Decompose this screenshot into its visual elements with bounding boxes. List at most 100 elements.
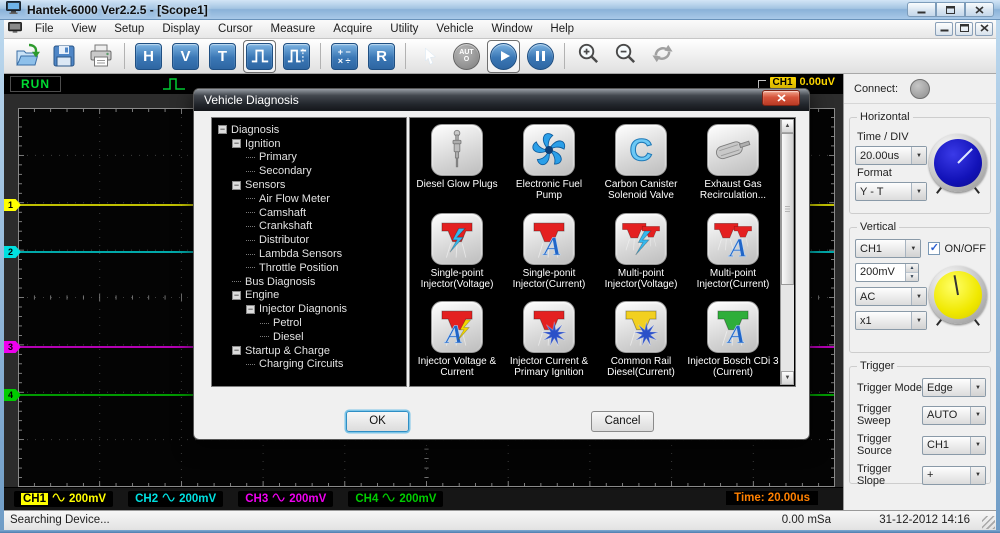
- horizontal-knob[interactable]: [929, 134, 987, 192]
- time-div-select[interactable]: 20.00us ▼: [855, 146, 927, 165]
- vehicle-test-multi-point-injector-voltage[interactable]: Multi-point Injector(Voltage): [595, 208, 687, 297]
- menu-item-window[interactable]: Window: [483, 20, 542, 38]
- tree-item-ignition[interactable]: −Ignition: [214, 137, 404, 151]
- horizontal-cursor-button[interactable]: H: [135, 43, 162, 70]
- pulse-delay-button[interactable]: [283, 43, 310, 70]
- tree-expand-toggle[interactable]: −: [232, 346, 241, 355]
- vehicle-test-common-rail-diesel-current[interactable]: Common Rail Diesel(Current): [595, 296, 687, 385]
- vertical-cursor-button[interactable]: V: [172, 43, 199, 70]
- scroll-up-icon[interactable]: ▲: [781, 119, 794, 133]
- vehicle-test-diesel-glow-plugs[interactable]: Diesel Glow Plugs: [411, 119, 503, 208]
- window-maximize-button[interactable]: [936, 2, 965, 17]
- pointer-button[interactable]: [416, 43, 443, 70]
- dialog-title-bar[interactable]: Vehicle Diagnosis: [194, 89, 809, 111]
- mdi-maximize-button[interactable]: [955, 22, 973, 36]
- vehicle-test-injector-bosch-cdi-3-current[interactable]: AInjector Bosch CDi 3 (Current): [687, 296, 779, 385]
- probe-select[interactable]: x1 ▼: [855, 311, 927, 330]
- auto-set-button[interactable]: AUTO: [453, 43, 480, 70]
- volts-div-stepper[interactable]: 200mV ▲ ▼: [855, 263, 919, 282]
- vehicle-test-injector-current-primary-ignition[interactable]: Injector Current & Primary Ignition: [503, 296, 595, 385]
- vehicle-test-carbon-canister-solenoid-valve[interactable]: CCarbon Canister Solenoid Valve: [595, 119, 687, 208]
- vehicle-test-single-ponit-injector-current[interactable]: ASingle-ponit Injector(Current): [503, 208, 595, 297]
- tree-item-air-flow-meter[interactable]: Air Flow Meter: [214, 192, 404, 206]
- menu-item-help[interactable]: Help: [541, 20, 583, 38]
- tree-item-bus-diagnosis[interactable]: Bus Diagnosis: [214, 275, 404, 289]
- vehicle-test-single-point-injector-voltage[interactable]: Single-point Injector(Voltage): [411, 208, 503, 297]
- channel-id-label: CH2: [135, 493, 158, 505]
- trigger-sweep-select[interactable]: AUTO▼: [922, 406, 986, 425]
- channel-badge-ch3[interactable]: CH3200mV: [238, 491, 333, 507]
- channel-badge-ch2[interactable]: CH2200mV: [128, 491, 223, 507]
- pause-button[interactable]: [527, 43, 554, 70]
- trigger-mode-select[interactable]: Edge▼: [922, 378, 986, 397]
- channel-onoff-checkbox[interactable]: ✓: [928, 242, 940, 255]
- icon-panel-scrollbar[interactable]: ▲ ▼: [780, 119, 794, 385]
- menu-item-utility[interactable]: Utility: [381, 20, 427, 38]
- tree-item-distributor[interactable]: Distributor: [214, 233, 404, 247]
- ok-button[interactable]: OK: [346, 411, 409, 432]
- menu-item-vehicle[interactable]: Vehicle: [427, 20, 482, 38]
- trigger-cursor-button[interactable]: T: [209, 43, 236, 70]
- menu-item-measure[interactable]: Measure: [262, 20, 325, 38]
- tree-expand-toggle[interactable]: −: [232, 291, 241, 300]
- tree-item-diagnosis[interactable]: −Diagnosis: [214, 123, 404, 137]
- tree-item-sensors[interactable]: −Sensors: [214, 178, 404, 192]
- pulse-width-button[interactable]: [246, 43, 273, 70]
- tree-expand-toggle[interactable]: −: [218, 125, 227, 134]
- mdi-minimize-button[interactable]: [935, 22, 953, 36]
- mdi-close-button[interactable]: [975, 22, 993, 36]
- tree-item-charging-circuits[interactable]: Charging Circuits: [214, 358, 404, 372]
- menu-item-file[interactable]: File: [26, 20, 63, 38]
- menu-item-display[interactable]: Display: [153, 20, 209, 38]
- zoom-in-button[interactable]: [575, 43, 602, 70]
- window-close-button[interactable]: [965, 2, 994, 17]
- tree-item-startup-charge[interactable]: −Startup & Charge: [214, 344, 404, 358]
- channel-badge-ch1[interactable]: CH1200mV: [14, 491, 113, 507]
- vehicle-test-exhaust-gas-recirculation[interactable]: Exhaust Gas Recirculation...: [687, 119, 779, 208]
- start-button[interactable]: [490, 43, 517, 70]
- zoom-out-button[interactable]: [612, 43, 639, 70]
- menu-item-cursor[interactable]: Cursor: [209, 20, 262, 38]
- math-button[interactable]: + −× ÷: [331, 43, 358, 70]
- vehicle-test-injector-voltage-current[interactable]: AInjector Voltage & Current: [411, 296, 503, 385]
- tree-item-crankshaft[interactable]: Crankshaft: [214, 220, 404, 234]
- vehicle-test-multi-point-injector-current[interactable]: AMulti-point Injector(Current): [687, 208, 779, 297]
- resize-grip[interactable]: [982, 516, 995, 529]
- tree-item-camshaft[interactable]: Camshaft: [214, 206, 404, 220]
- spinner-down-icon[interactable]: ▼: [906, 273, 918, 281]
- trigger-slope-select[interactable]: +▼: [922, 466, 986, 485]
- tree-item-primary[interactable]: Primary: [214, 151, 404, 165]
- reference-button[interactable]: R: [368, 43, 395, 70]
- window-minimize-button[interactable]: [907, 2, 936, 17]
- menu-item-view[interactable]: View: [63, 20, 106, 38]
- dialog-close-button[interactable]: [762, 90, 800, 106]
- tree-expand-toggle[interactable]: −: [232, 181, 241, 190]
- tree-item-diesel[interactable]: Diesel: [214, 330, 404, 344]
- save-button[interactable]: [50, 43, 77, 70]
- tree-expand-toggle[interactable]: −: [232, 139, 241, 148]
- tree-item-injector-diagnonis[interactable]: −Injector Diagnonis: [214, 302, 404, 316]
- tree-item-petrol[interactable]: Petrol: [214, 316, 404, 330]
- print-button[interactable]: [87, 43, 114, 70]
- menu-item-setup[interactable]: Setup: [105, 20, 153, 38]
- scroll-down-icon[interactable]: ▼: [781, 371, 794, 385]
- vertical-knob[interactable]: [929, 266, 987, 324]
- tree-item-lambda-sensors[interactable]: Lambda Sensors: [214, 247, 404, 261]
- coupling-select[interactable]: AC ▼: [855, 287, 927, 306]
- tree-item-throttle-position[interactable]: Throttle Position: [214, 261, 404, 275]
- dialog-title: Vehicle Diagnosis: [204, 93, 299, 107]
- tree-item-engine[interactable]: −Engine: [214, 289, 404, 303]
- cancel-button[interactable]: Cancel: [591, 411, 654, 432]
- tree-item-secondary[interactable]: Secondary: [214, 164, 404, 178]
- open-button[interactable]: [13, 43, 40, 70]
- format-select[interactable]: Y - T ▼: [855, 182, 927, 201]
- refresh-button[interactable]: [649, 43, 676, 70]
- scrollbar-thumb[interactable]: [781, 133, 794, 285]
- channel-badge-ch4[interactable]: CH4200mV: [348, 491, 443, 507]
- spinner-up-icon[interactable]: ▲: [906, 264, 918, 273]
- vehicle-test-electronic-fuel-pump[interactable]: Electronic Fuel Pump: [503, 119, 595, 208]
- trigger-source-select[interactable]: CH1▼: [922, 436, 986, 455]
- tree-expand-toggle[interactable]: −: [246, 305, 255, 314]
- menu-item-acquire[interactable]: Acquire: [324, 20, 381, 38]
- channel-select[interactable]: CH1 ▼: [855, 239, 921, 258]
